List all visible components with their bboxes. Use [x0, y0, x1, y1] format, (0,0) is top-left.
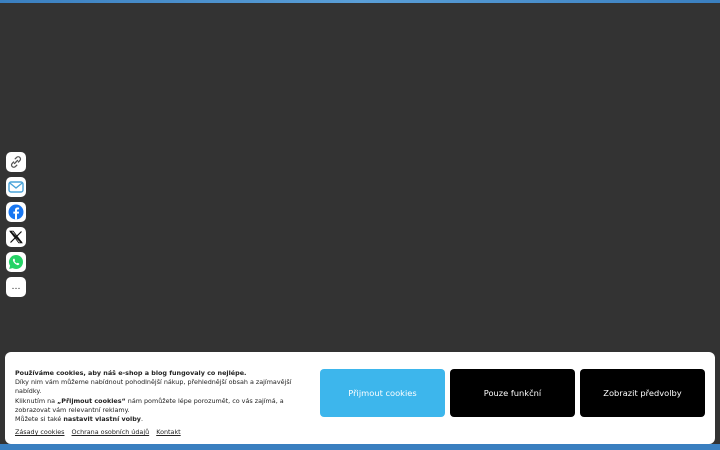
privacy-policy-link[interactable]: Ochrana osobních údajů: [72, 428, 150, 436]
x-icon: [9, 230, 23, 244]
functional-only-button[interactable]: Pouze funkční: [450, 369, 575, 417]
custom-settings-link[interactable]: nastavit vlastní volby: [63, 415, 141, 423]
share-bar: …: [6, 152, 26, 302]
share-facebook-button[interactable]: [6, 202, 26, 222]
copy-link-button[interactable]: [6, 152, 26, 172]
cookie-links: Zásady cookies Ochrana osobních údajů Ko…: [15, 428, 186, 436]
cookie-banner: Používáme cookies, aby náš e-shop a blog…: [5, 352, 715, 444]
whatsapp-icon: [8, 254, 23, 269]
more-icon: …: [11, 282, 21, 292]
cookie-policy-link[interactable]: Zásady cookies: [15, 428, 64, 436]
cookie-line-3: Můžete si také nastavit vlastní volby.: [15, 415, 144, 424]
bottom-strip: [0, 444, 720, 450]
cookie-line-1: Díky nim vám můžeme nabídnout pohodlnějš…: [15, 378, 292, 396]
mail-icon: [8, 181, 24, 193]
cookie-line-2: Kliknutím na „Přijmout cookies“ nám pomů…: [15, 396, 284, 414]
share-email-button[interactable]: [6, 177, 26, 197]
contact-link[interactable]: Kontakt: [156, 428, 180, 436]
top-strip: [0, 0, 720, 3]
facebook-icon: [8, 204, 24, 220]
share-x-button[interactable]: [6, 227, 26, 247]
link-icon: [10, 156, 22, 168]
cookie-headline: Používáme cookies, aby náš e-shop a blog…: [15, 369, 247, 377]
accept-cookies-button[interactable]: Přijmout cookies: [320, 369, 445, 417]
cookie-message: Používáme cookies, aby náš e-shop a blog…: [15, 369, 311, 424]
share-whatsapp-button[interactable]: [6, 252, 26, 272]
show-preferences-button[interactable]: Zobrazit předvolby: [580, 369, 705, 417]
more-share-options-button[interactable]: …: [6, 277, 26, 297]
